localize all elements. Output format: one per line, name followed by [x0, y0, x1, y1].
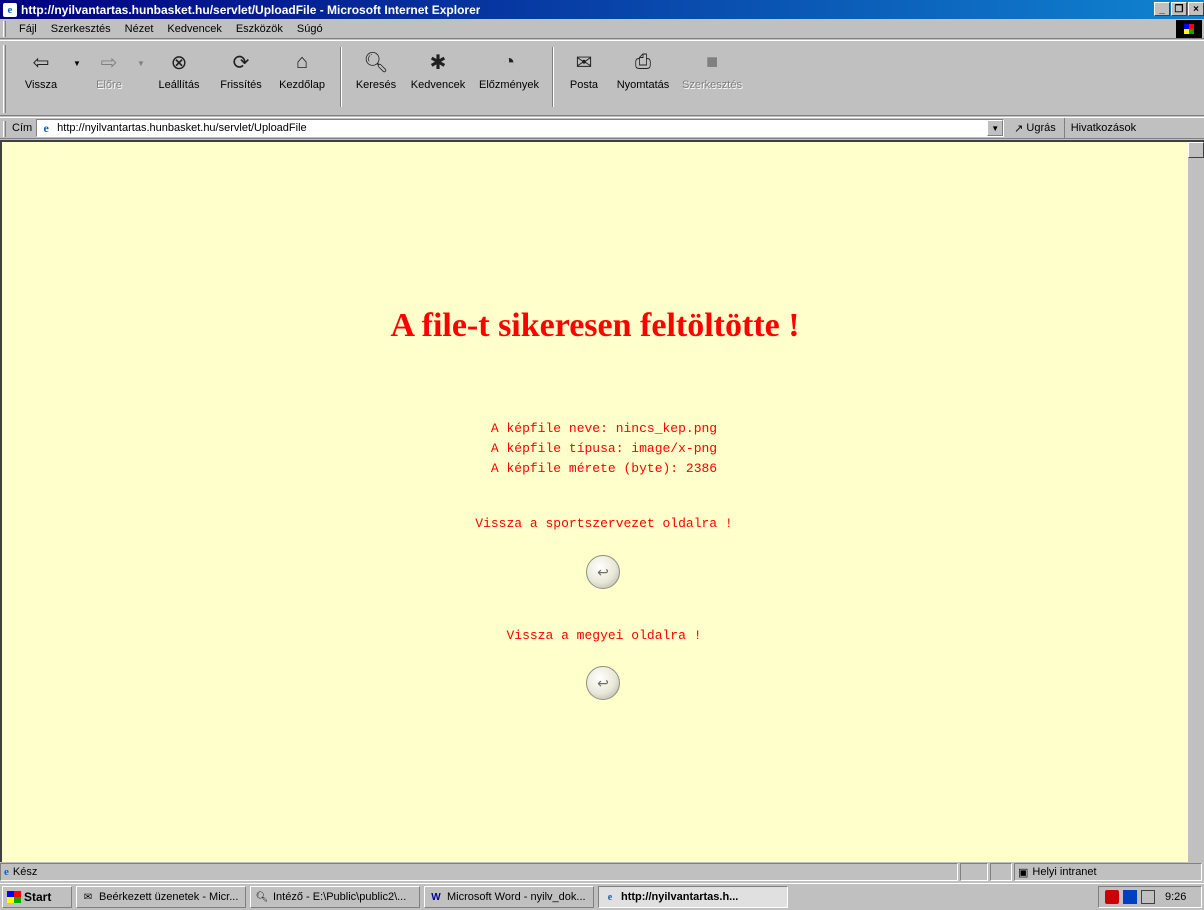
print-button[interactable]: ⎙ Nyomtatás [606, 41, 680, 115]
windows-logo-icon [1176, 20, 1202, 38]
address-label: Cím [12, 122, 33, 134]
file-type-line: A képfile típusa: image/x-png [490, 441, 718, 456]
stop-button[interactable]: ⊗ Leállítás [148, 41, 210, 115]
windows-logo-icon [7, 891, 21, 903]
network-icon[interactable] [1141, 890, 1155, 904]
edit-button[interactable]: ■ Szerkesztés [680, 41, 744, 115]
back-to-county-icon[interactable]: ↩ [586, 666, 620, 700]
toolbar-separator [552, 47, 554, 107]
address-grip[interactable] [3, 121, 6, 137]
toolbar-separator [340, 47, 342, 107]
page-icon: e [43, 120, 49, 135]
status-panel-empty [960, 863, 988, 881]
search-button[interactable]: 🔍︎ Keresés [350, 41, 402, 115]
links-button[interactable]: Hivatkozások [1063, 118, 1136, 138]
file-size-line: A képfile mérete (byte): 2386 [490, 461, 718, 476]
search-icon: 🔍︎ [363, 51, 389, 74]
refresh-icon: ⟳ [232, 51, 250, 74]
ie-logo-icon: e [3, 2, 17, 17]
menu-grip[interactable] [3, 21, 6, 37]
chevron-down-icon: ▼ [137, 59, 145, 68]
forward-arrow-icon: ⇨ [100, 51, 118, 74]
clock[interactable]: 9:26 [1165, 891, 1186, 903]
minimize-button[interactable]: _ [1154, 2, 1170, 16]
antivirus-icon[interactable] [1105, 890, 1119, 904]
taskbar-item-word[interactable]: W Microsoft Word - nyilv_dok... [424, 886, 594, 908]
page-content: A file-t sikeresen feltöltötte ! A képfi… [0, 140, 1204, 862]
standard-toolbar: ⇦ Vissza ▼ ⇨ Előre ▼ ⊗ Leállítás ⟳ Friss… [0, 40, 1204, 116]
history-button[interactable]: ◔ Előzmények [474, 41, 544, 115]
back-arrow-icon: ⇦ [32, 51, 50, 74]
toolbar-grip[interactable] [3, 45, 6, 113]
back-dropdown-button[interactable]: ▼ [70, 41, 84, 115]
title-bar: e http://nyilvantartas.hunbasket.hu/serv… [0, 0, 1204, 19]
vertical-scrollbar[interactable] [1188, 142, 1204, 862]
home-button[interactable]: ⌂ Kezdőlap [272, 41, 332, 115]
file-info: A képfile neve: nincs_kep.png A képfile … [2, 419, 1204, 479]
window-controls: _ ❐ × [1153, 2, 1204, 16]
word-icon: W [431, 891, 441, 903]
page-heading: A file-t sikeresen feltöltötte ! [390, 307, 800, 344]
refresh-button[interactable]: ⟳ Frissítés [210, 41, 272, 115]
address-input[interactable]: e http://nyilvantartas.hunbasket.hu/serv… [36, 119, 1005, 137]
favorites-button[interactable]: ✱ Kedvencek [402, 41, 474, 115]
printer-icon: ⎙ [635, 50, 651, 73]
file-name-line: A képfile neve: nincs_kep.png [490, 421, 718, 436]
status-text-panel: e Kész [0, 863, 958, 881]
history-icon: ◔ [502, 50, 516, 73]
system-tray: 9:26 [1098, 886, 1202, 908]
explorer-icon: 🔍︎ [255, 891, 269, 903]
menu-favorites[interactable]: Kedvencek [160, 21, 228, 37]
forward-button[interactable]: ⇨ Előre [84, 41, 134, 115]
start-button[interactable]: Start [2, 886, 72, 908]
status-panel-empty [990, 863, 1012, 881]
menu-help[interactable]: Súgó [290, 21, 330, 37]
chevron-down-icon: ▼ [73, 59, 81, 68]
ie-logo-icon: e [607, 891, 613, 903]
menu-edit[interactable]: Szerkesztés [44, 21, 118, 37]
home-icon: ⌂ [295, 50, 309, 73]
security-zone-panel: ▣ Helyi intranet [1014, 863, 1202, 881]
menu-bar: Fájl Szerkesztés Nézet Kedvencek Eszközö… [0, 19, 1204, 39]
mail-button[interactable]: ✉ Posta [562, 41, 606, 115]
stop-icon: ⊗ [170, 51, 188, 74]
go-arrow-icon: ↗ [1014, 122, 1024, 135]
address-url[interactable]: http://nyilvantartas.hunbasket.hu/servle… [57, 122, 987, 134]
back-to-org-icon[interactable]: ↩ [586, 555, 620, 589]
taskbar-item-explorer[interactable]: 🔍︎ Intéző - E:\Public\public2\... [250, 886, 420, 908]
edit-icon: ■ [705, 50, 719, 73]
menu-tools[interactable]: Eszközök [229, 21, 290, 37]
address-bar: Cím e http://nyilvantartas.hunbasket.hu/… [0, 117, 1204, 139]
status-bar: e Kész ▣ Helyi intranet [0, 862, 1204, 882]
close-button[interactable]: × [1188, 2, 1204, 16]
menu-view[interactable]: Nézet [118, 21, 161, 37]
back-to-org-link[interactable]: Vissza a sportszervezet oldalra ! [2, 516, 1204, 531]
page-icon: e [4, 866, 9, 878]
taskbar-item-outlook[interactable]: ✉ Beérkezett üzenetek - Micr... [76, 886, 246, 908]
menu-file[interactable]: Fájl [12, 21, 44, 37]
scroll-up-button[interactable] [1188, 142, 1204, 158]
taskbar-item-ie[interactable]: e http://nyilvantartas.h... [598, 886, 788, 908]
back-button[interactable]: ⇦ Vissza [12, 41, 70, 115]
display-icon[interactable] [1123, 890, 1137, 904]
forward-dropdown-button[interactable]: ▼ [134, 41, 148, 115]
address-dropdown-button[interactable]: ▼ [987, 120, 1004, 136]
go-button[interactable]: ↗ Ugrás [1014, 122, 1056, 135]
inbox-icon: ✉ [83, 891, 93, 903]
back-to-county-link[interactable]: Vissza a megyei oldalra ! [2, 628, 1204, 643]
window-title: http://nyilvantartas.hunbasket.hu/servle… [21, 2, 481, 17]
mail-icon: ✉ [575, 51, 593, 74]
favorites-folder-icon: ✱ [429, 51, 447, 74]
maximize-button[interactable]: ❐ [1171, 2, 1187, 16]
taskbar: Start ✉ Beérkezett üzenetek - Micr... 🔍︎… [0, 883, 1204, 910]
intranet-icon: ▣ [1018, 866, 1029, 879]
